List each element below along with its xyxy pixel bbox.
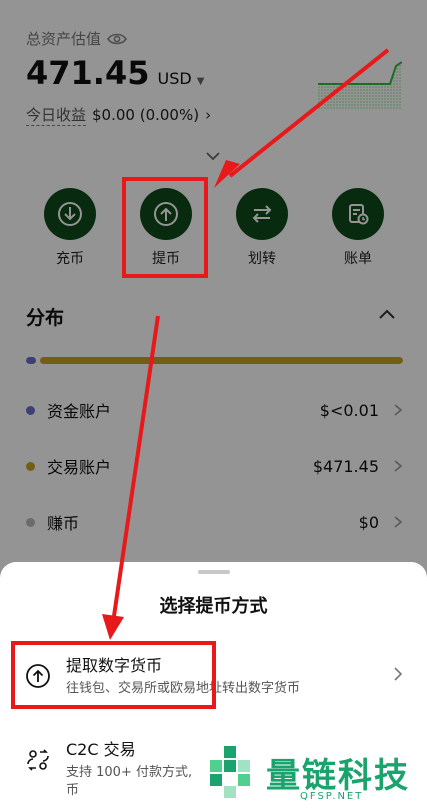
watermark-text: 量链科技 [266, 755, 410, 796]
highlight-withdraw-box [122, 177, 208, 278]
sheet-drag-handle[interactable] [198, 570, 230, 574]
watermark-logo-icon [210, 746, 250, 798]
sheet-title: 选择提币方式 [159, 596, 268, 617]
chevron-right-icon [394, 667, 403, 681]
watermark-subtext: QFSP.NET [300, 791, 364, 802]
c2c-icon [27, 749, 49, 771]
highlight-option-box [11, 641, 216, 709]
option-title: C2C 交易 [66, 740, 136, 759]
